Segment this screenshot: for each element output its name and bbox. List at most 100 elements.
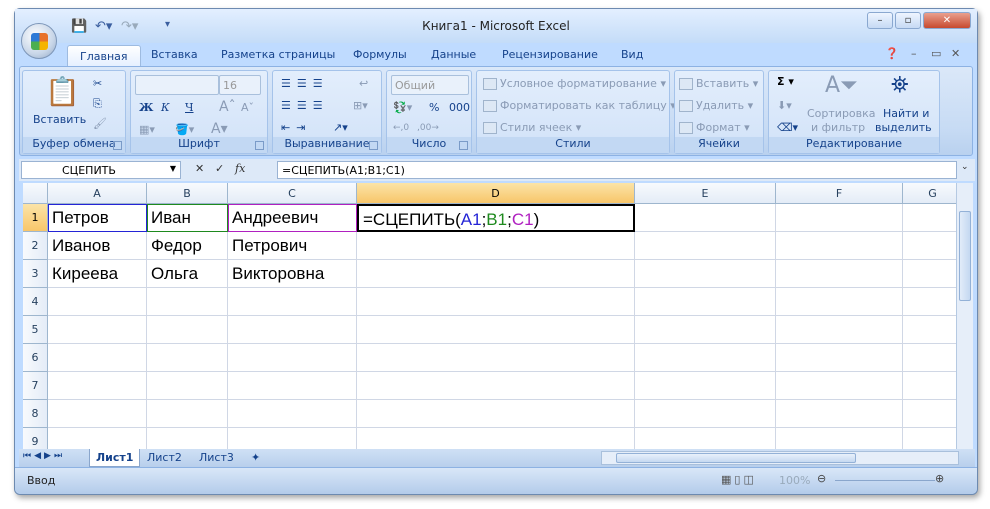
cell-F7[interactable]	[776, 372, 903, 400]
dialog-launcher-icon[interactable]	[369, 141, 378, 150]
cell-G8[interactable]	[903, 400, 956, 428]
column-header-C[interactable]: C	[228, 183, 357, 204]
cell-B1[interactable]: Иван	[147, 204, 228, 232]
font-size-select[interactable]: 16	[219, 75, 261, 95]
column-header-D[interactable]: D	[357, 183, 635, 204]
workbook-close-icon[interactable]: ✕	[951, 47, 960, 60]
number-format-select[interactable]: Общий	[391, 75, 469, 95]
find-select-line1[interactable]: Найти и	[883, 107, 929, 120]
sort-filter-line1[interactable]: Сортировка	[807, 107, 876, 120]
insert-sheet-icon[interactable]: ✦	[245, 449, 266, 466]
italic-button[interactable]: К	[161, 101, 170, 114]
insert-cells-button[interactable]: Вставить ▾	[679, 77, 758, 90]
save-icon[interactable]: 💾	[71, 19, 87, 34]
cell-G1[interactable]	[903, 204, 956, 232]
currency-icon[interactable]: 💱▾	[393, 101, 412, 114]
find-select-line2[interactable]: выделить	[875, 121, 932, 134]
horizontal-align-icons[interactable]: ☰☰☰	[281, 99, 329, 112]
cell-B4[interactable]	[147, 288, 228, 316]
redo-icon[interactable]: ↷▾	[121, 19, 138, 34]
cell-A5[interactable]	[48, 316, 147, 344]
cell-C6[interactable]	[228, 344, 357, 372]
cell-F2[interactable]	[776, 232, 903, 260]
sheet-tab-1[interactable]: Лист1	[89, 449, 141, 467]
row-header-8[interactable]: 8	[23, 400, 48, 428]
worksheet-grid[interactable]: A B C D E F G 1 Петров Иван Андреевич =СЦЕПИТЬ(A1;B…	[23, 183, 956, 457]
cell-G4[interactable]	[903, 288, 956, 316]
cell-A7[interactable]	[48, 372, 147, 400]
expand-formula-bar-icon[interactable]: ⌄	[961, 162, 969, 172]
close-button[interactable]: ✕	[923, 12, 971, 29]
increase-decimal-icon[interactable]: ←,0	[393, 123, 409, 133]
chevron-down-icon[interactable]: ▼	[170, 164, 176, 173]
cell-D8[interactable]	[357, 400, 635, 428]
fill-color-icon[interactable]: 🪣▾	[175, 123, 194, 136]
format-painter-icon[interactable]: 🖌	[93, 117, 107, 130]
cell-D3[interactable]	[357, 260, 635, 288]
dialog-launcher-icon[interactable]	[255, 141, 264, 150]
cell-A8[interactable]	[48, 400, 147, 428]
cell-G6[interactable]	[903, 344, 956, 372]
conditional-formatting-button[interactable]: Условное форматирование ▾	[483, 77, 666, 90]
cell-F6[interactable]	[776, 344, 903, 372]
cell-B6[interactable]	[147, 344, 228, 372]
undo-icon[interactable]: ↶▾	[95, 19, 112, 34]
vertical-align-icons[interactable]: ☰☰☰	[281, 77, 329, 90]
row-header-1[interactable]: 1	[23, 204, 48, 232]
zoom-in-icon[interactable]: ⊕	[935, 472, 944, 485]
cell-C7[interactable]	[228, 372, 357, 400]
cell-G3[interactable]	[903, 260, 956, 288]
cell-C3[interactable]: Викторовна	[228, 260, 357, 288]
column-header-G[interactable]: G	[903, 183, 956, 204]
cell-E4[interactable]	[635, 288, 776, 316]
dialog-launcher-icon[interactable]	[459, 141, 468, 150]
cell-C5[interactable]	[228, 316, 357, 344]
thousands-button[interactable]: 000	[449, 101, 470, 114]
cell-G7[interactable]	[903, 372, 956, 400]
cancel-icon[interactable]: ✕	[195, 162, 204, 175]
formula-input[interactable]: =СЦЕПИТЬ(A1;B1;C1)	[277, 161, 957, 179]
cell-styles-button[interactable]: Стили ячеек ▾	[483, 121, 581, 134]
cell-C2[interactable]: Петрович	[228, 232, 357, 260]
insert-function-button[interactable]: fx	[235, 162, 245, 175]
tab-review[interactable]: Рецензирование	[502, 48, 598, 61]
sort-filter-line2[interactable]: и фильтр	[811, 121, 865, 134]
row-header-3[interactable]: 3	[23, 260, 48, 288]
font-color-icon[interactable]: A▾	[211, 121, 228, 137]
cell-A4[interactable]	[48, 288, 147, 316]
cut-icon[interactable]: ✂	[93, 77, 102, 90]
zoom-slider[interactable]	[835, 480, 935, 481]
cell-D2[interactable]	[357, 232, 635, 260]
sheet-tab-2[interactable]: Лист2	[141, 449, 188, 466]
tab-data[interactable]: Данные	[431, 48, 476, 61]
cell-B2[interactable]: Федор	[147, 232, 228, 260]
column-header-B[interactable]: B	[147, 183, 228, 204]
tab-home[interactable]: Главная	[67, 45, 141, 67]
cell-A6[interactable]	[48, 344, 147, 372]
cell-F3[interactable]	[776, 260, 903, 288]
row-header-2[interactable]: 2	[23, 232, 48, 260]
paste-button[interactable]: Вставить	[33, 113, 86, 126]
autosum-button[interactable]: Σ ▾	[777, 75, 794, 88]
cell-G2[interactable]	[903, 232, 956, 260]
column-header-E[interactable]: E	[635, 183, 776, 204]
cell-B5[interactable]	[147, 316, 228, 344]
indent-icons[interactable]: ⇤⇥	[281, 121, 311, 134]
cell-D4[interactable]	[357, 288, 635, 316]
orientation-icon[interactable]: ↗▾	[333, 121, 348, 134]
cell-E6[interactable]	[635, 344, 776, 372]
horizontal-scrollbar[interactable]	[601, 451, 959, 465]
ribbon-minimize-icon[interactable]: –	[911, 47, 917, 60]
cell-E8[interactable]	[635, 400, 776, 428]
maximize-button[interactable]: ▫	[895, 12, 921, 29]
copy-icon[interactable]: ⎘	[93, 97, 102, 111]
merge-center-icon[interactable]: ⊞▾	[353, 99, 368, 112]
dialog-launcher-icon[interactable]	[113, 141, 122, 150]
paste-icon[interactable]: 📋	[45, 75, 80, 108]
fill-icon[interactable]: ⬇▾	[777, 99, 792, 112]
bold-button[interactable]: Ж	[139, 101, 153, 114]
sheet-tab-3[interactable]: Лист3	[193, 449, 240, 466]
cell-B8[interactable]	[147, 400, 228, 428]
tab-page-layout[interactable]: Разметка страницы	[221, 48, 335, 61]
row-header-4[interactable]: 4	[23, 288, 48, 316]
